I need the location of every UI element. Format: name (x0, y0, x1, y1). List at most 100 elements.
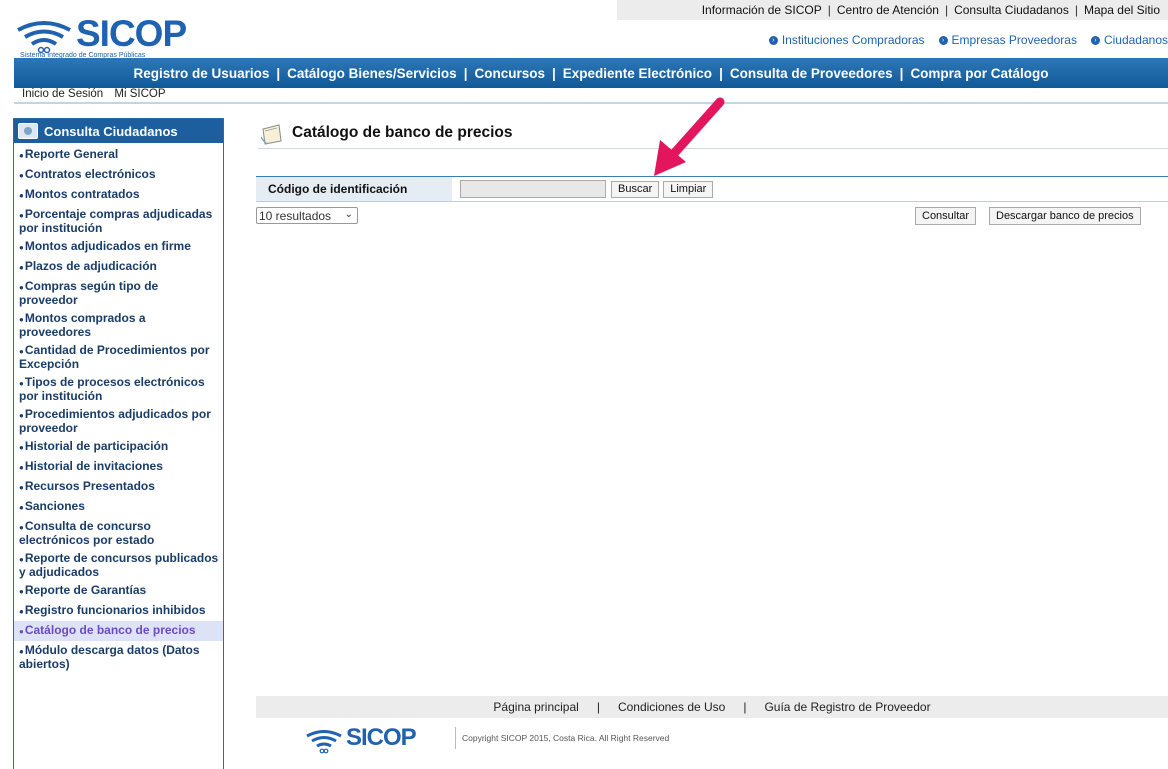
bullet-icon: ● (19, 627, 24, 636)
page-title: Catálogo de banco de precios (292, 124, 513, 141)
sidebar-item[interactable]: ●Consulta de concurso electrónicos por e… (14, 517, 223, 549)
consultar-button[interactable]: Consultar (915, 207, 977, 225)
bullet-icon: ● (19, 171, 24, 180)
sidebar-item[interactable]: ●Registro funcionarios inhibidos (14, 601, 223, 621)
role-instituciones[interactable]: › Instituciones Compradoras (768, 33, 925, 47)
sidebar-item[interactable]: ●Reporte de Garantías (14, 581, 223, 601)
wifi-logo-icon (306, 730, 342, 754)
sidebar-item[interactable]: ●Sanciones (14, 497, 223, 517)
sidebar-item-label: Tipos de procesos electrónicos por insti… (19, 375, 205, 403)
bullet-icon: ● (19, 523, 24, 532)
sidebar-item[interactable]: ●Porcentaje compras adjudicadas por inst… (14, 205, 223, 237)
role-links: › Instituciones Compradoras › Empresas P… (768, 33, 1168, 47)
sidebar-item[interactable]: ●Tipos de procesos electrónicos por inst… (14, 373, 223, 405)
sidebar-item-label: Compras según tipo de proveedor (19, 279, 159, 307)
sidebar-item[interactable]: ●Plazos de adjudicación (14, 257, 223, 277)
bullet-icon: ● (19, 315, 24, 324)
sidebar-item-label: Reporte General (24, 147, 119, 161)
sidebar-item-label: Contratos electrónicos (24, 167, 156, 181)
bullet-icon: ● (19, 647, 24, 656)
sidebar-item-label: Plazos de adjudicación (24, 259, 157, 273)
sidebar-item-label: Módulo descarga datos (Datos abiertos) (19, 643, 200, 671)
footer-link-principal[interactable]: Página principal (493, 700, 578, 714)
sidebar-item[interactable]: ●Historial de participación (14, 437, 223, 457)
sidebar-item[interactable]: ●Cantidad de Procedimientos por Excepció… (14, 341, 223, 373)
results-per-page-select[interactable]: 10 resultados ⌄ (256, 207, 358, 224)
sidebar-item[interactable]: ●Módulo descarga datos (Datos abiertos) (14, 641, 223, 673)
utility-bar: Información de SICOP | Centro de Atenció… (617, 0, 1168, 20)
sicop-logo[interactable]: SICOP Sistema Integrado de Compras Públi… (14, 13, 224, 60)
results-select-value: 10 resultados (259, 208, 332, 223)
nav-separator: | (551, 65, 556, 81)
sidebar-item-label: Consulta de concurso electrónicos por es… (19, 519, 155, 547)
footer-link-guia[interactable]: Guía de Registro de Proveedor (764, 700, 930, 714)
util-link-info[interactable]: Información de SICOP (702, 3, 822, 17)
sidebar-list: ●Reporte General ●Contratos electrónicos ●… (14, 143, 223, 673)
util-separator: | (827, 3, 831, 17)
util-link-consulta[interactable]: Consulta Ciudadanos (954, 3, 1069, 17)
logo-name: SICOP (76, 13, 187, 54)
nav-consulta-proveedores[interactable]: Consulta de Proveedores (730, 66, 893, 81)
search-label: Código de identificación (256, 177, 452, 201)
nav-separator: | (899, 65, 904, 81)
role-label: Empresas Proveedoras (951, 33, 1077, 47)
nav-catalogo[interactable]: Catálogo Bienes/Servicios (287, 66, 457, 81)
bullet-icon: ● (19, 463, 24, 472)
sidebar-item-label: Procedimientos adjudicados por proveedor (19, 407, 211, 435)
sidebar-item[interactable]: ●Reporte de concursos publicados y adjud… (14, 549, 223, 581)
divider (14, 102, 1168, 104)
codigo-identificacion-input[interactable] (460, 180, 606, 198)
footer-links: Página principal | Condiciones de Uso | … (256, 696, 1168, 718)
arrow-circle-icon: › (1090, 35, 1100, 45)
bullet-icon: ● (19, 347, 24, 356)
sidebar-item[interactable]: ●Contratos electrónicos (14, 165, 223, 185)
nav-registro-usuarios[interactable]: Registro de Usuarios (134, 66, 270, 81)
sidebar-item-label: Historial de invitaciones (24, 459, 163, 473)
sidebar-item[interactable]: ●Procedimientos adjudicados por proveedo… (14, 405, 223, 437)
sidebar-item[interactable]: ●Catálogo de banco de precios (14, 621, 223, 641)
util-separator: | (944, 3, 949, 17)
role-ciudadanos[interactable]: › Ciudadanos (1090, 33, 1168, 47)
bullet-icon: ● (19, 151, 24, 160)
bullet-icon: ● (19, 555, 24, 564)
nav-separator: | (719, 65, 723, 81)
bullet-icon: ● (19, 443, 24, 452)
bullet-icon: ● (19, 263, 24, 272)
sidebar-item[interactable]: ●Montos contratados (14, 185, 223, 205)
sidebar-title: Consulta Ciudadanos (44, 123, 178, 139)
chevron-down-icon: ⌄ (344, 209, 353, 220)
sidebar-item[interactable]: ●Recursos Presentados (14, 477, 223, 497)
util-link-centro[interactable]: Centro de Atención (837, 3, 939, 17)
nav-separator: | (276, 65, 281, 81)
nav-compra-catalogo[interactable]: Compra por Catálogo (910, 66, 1048, 81)
sidebar-item[interactable]: ●Compras según tipo de proveedor (14, 277, 223, 309)
citizens-icon (18, 123, 38, 139)
nav-separator: | (463, 65, 468, 81)
sidebar-item[interactable]: ●Montos adjudicados en firme (14, 237, 223, 257)
bullet-icon: ● (19, 379, 24, 388)
bullet-icon: ● (19, 191, 24, 200)
role-empresas[interactable]: › Empresas Proveedoras (938, 33, 1077, 47)
sidebar: Consulta Ciudadanos ●Reporte General ●Con… (13, 118, 224, 769)
bullet-icon: ● (19, 503, 24, 512)
sidebar-item-label: Montos adjudicados en firme (24, 239, 191, 253)
footer-logo: SICOP (304, 724, 454, 756)
sidebar-item-label: Reporte de concursos publicados y adjudi… (19, 551, 219, 579)
nav-expediente[interactable]: Expediente Electrónico (563, 66, 712, 81)
footer-link-condiciones[interactable]: Condiciones de Uso (618, 700, 725, 714)
nav-concursos[interactable]: Concursos (474, 66, 545, 81)
descargar-banco-precios-button[interactable]: Descargar banco de precios (989, 207, 1141, 225)
footer-separator: | (743, 700, 747, 714)
role-label: Instituciones Compradoras (781, 33, 925, 47)
footer-separator: | (596, 700, 600, 714)
arrow-circle-icon: › (938, 35, 948, 45)
sidebar-item[interactable]: ●Reporte General (14, 145, 223, 165)
subnav-mi-sicop[interactable]: Mi SICOP (114, 88, 165, 100)
bullet-icon: ● (19, 211, 24, 220)
sidebar-item[interactable]: ●Historial de invitaciones (14, 457, 223, 477)
util-link-mapa[interactable]: Mapa del Sitio (1084, 3, 1160, 17)
sidebar-item[interactable]: ●Montos comprados a proveedores (14, 309, 223, 341)
sidebar-item-label: Cantidad de Procedimientos por Excepción (19, 343, 210, 371)
subnav-inicio-sesion[interactable]: Inicio de Sesión (22, 88, 103, 100)
sidebar-item-label: Sanciones (24, 499, 85, 513)
